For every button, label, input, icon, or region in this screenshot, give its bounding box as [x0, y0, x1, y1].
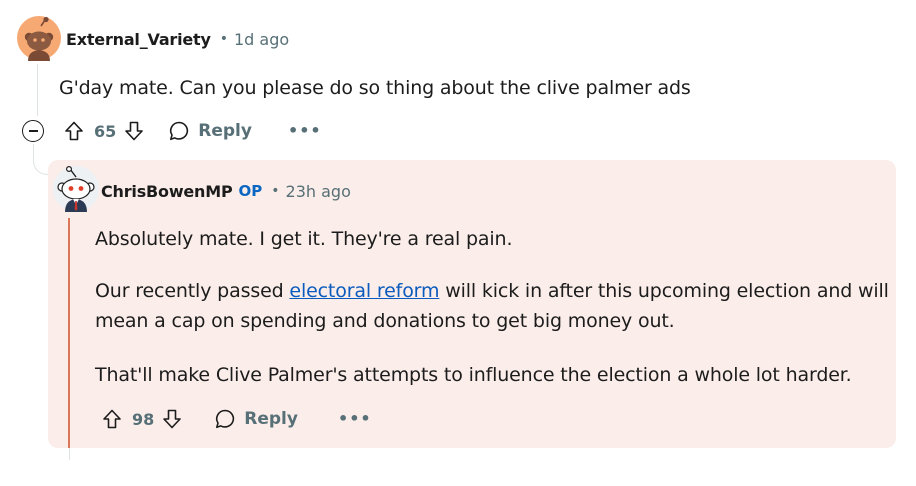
upvote-button[interactable]	[100, 407, 124, 431]
thread-line	[69, 448, 70, 460]
reply-label: Reply	[198, 121, 252, 141]
downvote-arrow-icon	[125, 121, 144, 141]
more-options-button[interactable]: •••	[338, 411, 372, 427]
reply-action-bar: 98 Reply •••	[100, 404, 372, 434]
downvote-button[interactable]	[122, 119, 146, 143]
reply-paragraph-2: Our recently passed electoral reform wil…	[95, 276, 889, 336]
reply-reply-button[interactable]: Reply	[214, 408, 298, 430]
parent-vote-count: 65	[94, 121, 117, 141]
upvote-arrow-icon	[103, 409, 121, 429]
reddit-snoo-avatar-icon[interactable]	[16, 15, 62, 61]
upvote-button[interactable]	[62, 119, 86, 143]
electoral-reform-link[interactable]: electoral reform	[289, 280, 439, 302]
upvote-arrow-icon	[65, 121, 83, 141]
parent-comment-body: G'day mate. Can you please do so thing a…	[59, 77, 691, 99]
op-badge: OP	[238, 182, 263, 200]
comment-thread: External_Variety • 1d ago G'day mate. Ca…	[0, 0, 916, 486]
reply-paragraph-2-text: mean a cap on spending and donations to …	[95, 310, 675, 332]
minus-icon	[28, 130, 38, 132]
reply-vote-count: 98	[132, 409, 155, 429]
downvote-button[interactable]	[160, 407, 184, 431]
reply-paragraph-2-text: will kick in after this upcoming electio…	[439, 280, 889, 302]
meta-separator: •	[219, 31, 228, 47]
downvote-arrow-icon	[163, 409, 182, 429]
more-options-button[interactable]: •••	[288, 123, 322, 139]
parent-action-bar: 65 Reply •••	[22, 116, 322, 146]
parent-username[interactable]: External_Variety	[66, 30, 211, 49]
reply-paragraph-3: That'll make Clive Palmer's attempts to …	[95, 364, 852, 386]
meta-separator: •	[271, 183, 280, 199]
speech-bubble-icon	[170, 121, 189, 141]
reply-username[interactable]: ChrisBowenMP	[101, 182, 233, 201]
parent-timestamp[interactable]: 1d ago	[234, 30, 289, 49]
reply-paragraph-2-text: Our recently passed	[95, 280, 290, 302]
reddit-snoo-avatar-icon[interactable]	[52, 165, 100, 213]
reply-label: Reply	[244, 409, 298, 429]
collapse-thread-button[interactable]	[22, 120, 44, 142]
thread-line[interactable]	[37, 64, 38, 116]
reply-timestamp[interactable]: 23h ago	[286, 182, 351, 201]
highlight-rule[interactable]	[68, 218, 70, 448]
parent-comment-header: External_Variety • 1d ago	[66, 25, 289, 53]
reply-paragraph-1: Absolutely mate. I get it. They're a rea…	[95, 228, 513, 250]
parent-reply-button[interactable]: Reply	[168, 120, 252, 142]
reply-comment-header: ChrisBowenMP OP • 23h ago	[101, 177, 351, 205]
speech-bubble-icon	[216, 409, 235, 429]
